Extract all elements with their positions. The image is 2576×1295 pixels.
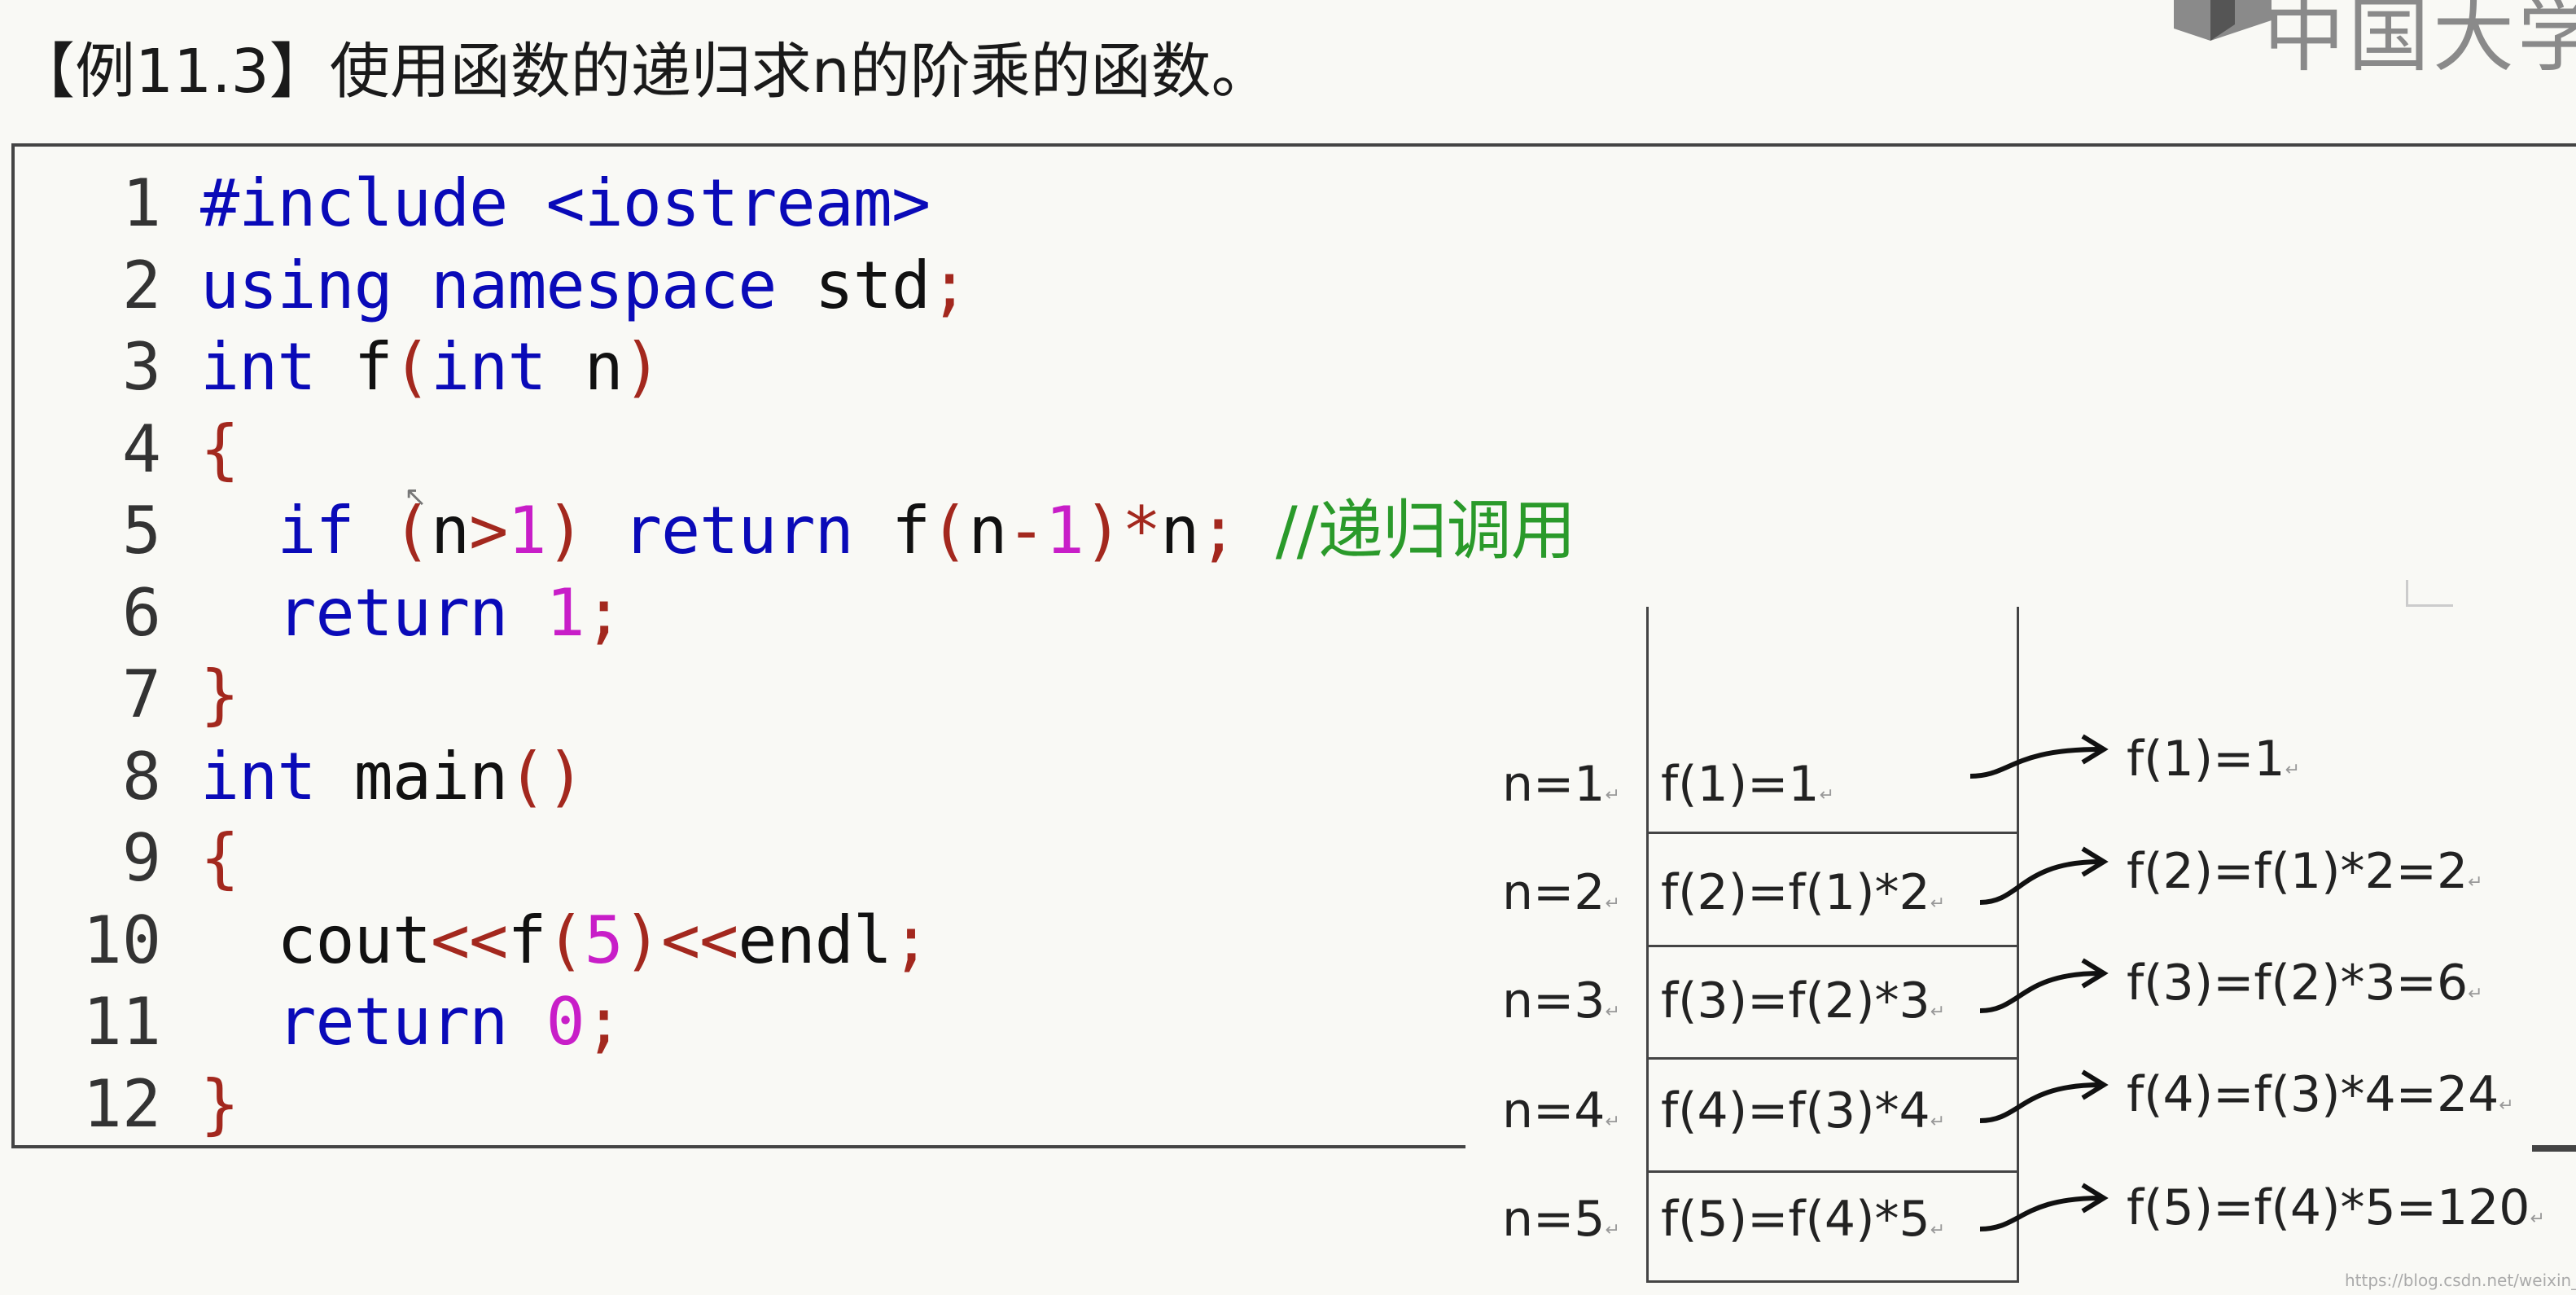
arrow-icon (1979, 971, 2101, 1013)
arrows (1969, 734, 2109, 1231)
watermark: https://blog.csdn.net/weixin_46365033 (2345, 1271, 2576, 1290)
arrow-icon (1969, 747, 2101, 779)
arrow-icon (1979, 859, 2101, 905)
arrow-icon (1979, 1082, 2101, 1123)
arrow-icon (1979, 1196, 2101, 1231)
